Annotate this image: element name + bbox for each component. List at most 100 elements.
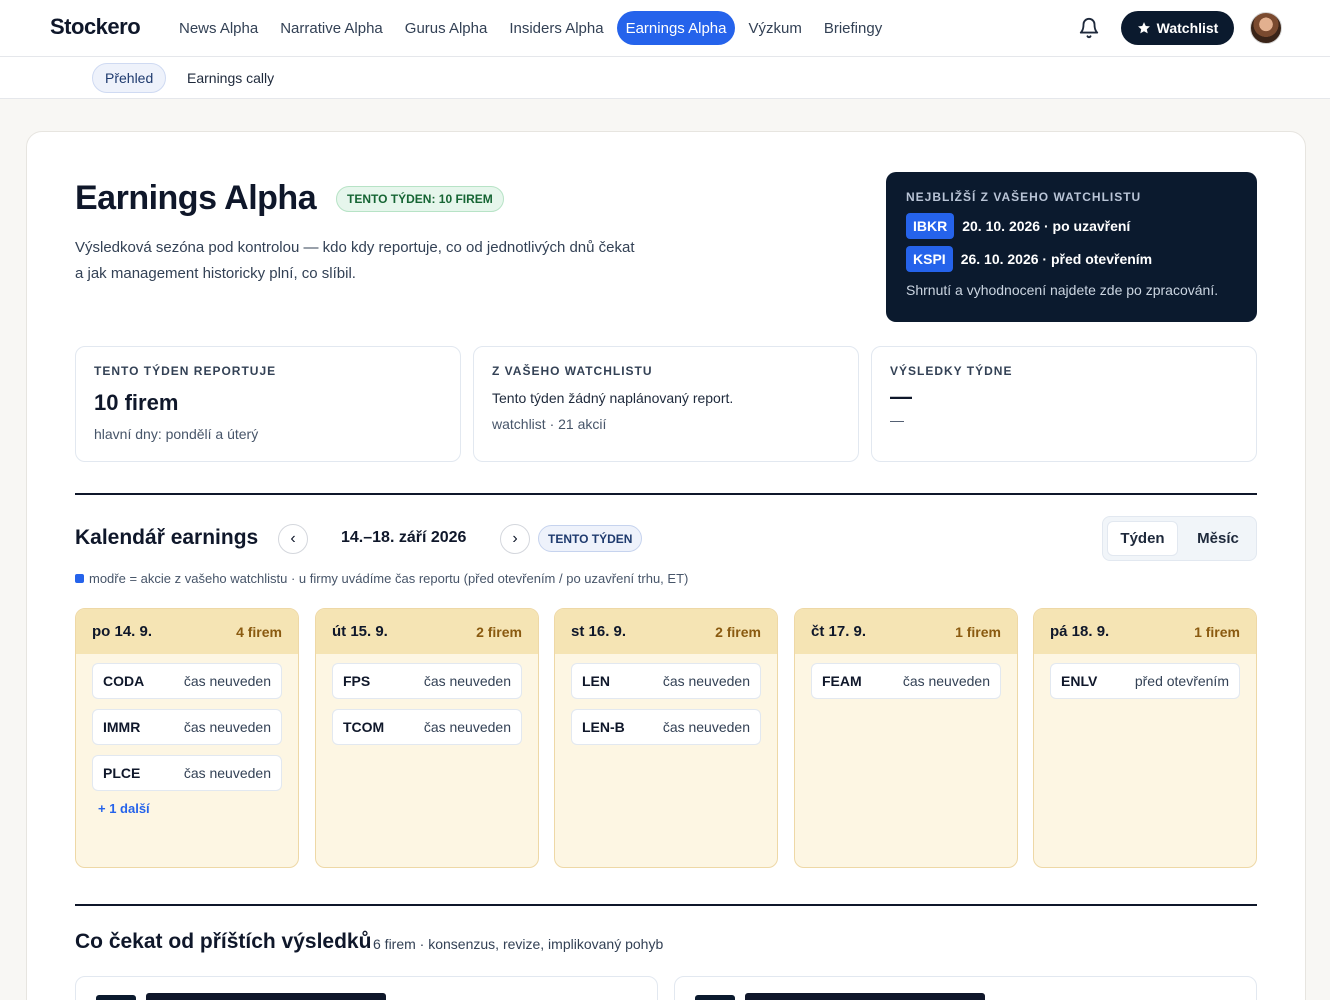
earnings-chip[interactable]: ENLV před otevřením [1050,663,1240,699]
section-divider [75,904,1257,906]
watchlist-button[interactable]: Watchlist [1121,11,1234,45]
subtitle-line-2: a jak management historicky plní, co slí… [75,265,356,282]
nav-link[interactable]: Výzkum [739,11,810,45]
nav-link[interactable]: Gurus Alpha [396,11,497,45]
watchlist-label: Watchlist [1156,20,1219,36]
earnings-chip[interactable]: PLCE čas neuveden [92,755,282,791]
nav-link[interactable]: Narrative Alpha [271,11,392,45]
chip-ticker: IMMR [103,719,141,735]
next-results-title: Co čekat od příštích výsledků [75,930,372,953]
chip-time: čas neuveden [662,673,750,689]
day-column: po 14. 9. 4 firem CODA čas neuveden IMMR čas … [75,608,299,868]
earnings-chip[interactable]: IMMR čas neuveden [92,709,282,745]
stat-text: Tento týden žádný naplánovaný report. [492,390,734,406]
earnings-chip[interactable]: FEAM čas neuveden [811,663,1001,699]
day-name: pá 18. 9. [1050,623,1110,640]
day-header: po 14. 9. 4 firem [76,609,298,654]
stat-card-this-week: TENTO TÝDEN REPORTUJE 10 firem hlavní dn… [75,346,461,462]
day-count: 2 firem [476,623,522,640]
view-toggle: Týden Měsíc [1102,516,1257,561]
earnings-chip[interactable]: CODA čas neuveden [92,663,282,699]
chip-ticker: FPS [343,673,371,689]
stat-note: watchlist · 21 akcií [492,416,607,432]
result-card[interactable] [674,976,1257,1000]
view-month-button[interactable]: Měsíc [1183,521,1253,556]
stat-card-results: VÝSLEDKY TÝDNE — — [871,346,1257,462]
card-title [745,993,985,1000]
chip-ticker: LEN-B [582,719,625,735]
subtitle-line-1: Výsledková sezóna pod kontrolou — kdo kd… [75,239,635,256]
prev-week-button[interactable]: ‹ [278,524,308,554]
chip-ticker: CODA [103,673,145,689]
stat-value: 10 firem [94,390,179,415]
day-header: pá 18. 9. 1 firem [1034,609,1256,654]
legend-dot [75,574,84,583]
stat-value: — [890,384,912,409]
view-week-button[interactable]: Týden [1107,521,1178,556]
next-watchlist-box: NEJBLIŽŠÍ Z VAŠEHO WATCHLISTU IBKR 20. 1… [886,172,1257,322]
subtab-overview[interactable]: Přehled [92,63,167,93]
chevron-right-icon: › [512,530,518,547]
earnings-chip[interactable]: TCOM čas neuveden [332,709,522,745]
chip-time: čas neuveden [902,673,990,689]
stat-label: Z VAŠEHO WATCHLISTU [492,364,653,378]
calendar-legend: modře = akcie z vašeho watchlistu · u fi… [75,571,688,586]
chip-ticker: TCOM [343,719,385,735]
chip-time: čas neuveden [423,719,511,735]
day-column: pá 18. 9. 1 firem ENLV před otevřením [1033,608,1257,868]
chip-ticker: ENLV [1061,673,1098,689]
nav-links: News Alpha Narrative Alpha Gurus Alpha Insi… [170,11,895,45]
page-subtitle: Výsledková sezóna pod kontrolou — kdo kd… [75,235,695,287]
chip-time: čas neuveden [183,765,271,781]
day-count: 4 firem [236,623,282,640]
next-row[interactable]: IBKR 20. 10. 2026 · po uzavření [906,213,1237,239]
next-week-button[interactable]: › [500,524,530,554]
day-name: po 14. 9. [92,623,153,640]
chip-ticker: PLCE [103,765,141,781]
stat-card-watchlist: Z VAŠEHO WATCHLISTU Tento týden žádný na… [473,346,859,462]
top-nav: Stockero News Alpha Narrative Alpha Gurus … [0,0,1330,57]
logo[interactable]: Stockero [50,14,141,40]
ticker-badge: IBKR [906,213,955,239]
day-name: st 16. 9. [571,623,627,640]
chip-time: čas neuveden [662,719,750,735]
chip-time: čas neuveden [183,673,271,689]
nav-link[interactable]: Briefingy [815,11,891,45]
bell-icon[interactable] [1078,16,1100,40]
subtab-earnings-calls[interactable]: Earnings cally [175,63,286,93]
avatar[interactable] [1250,12,1282,44]
earnings-chip[interactable]: LEN-B čas neuveden [571,709,761,745]
day-column: čt 17. 9. 1 firem FEAM čas neuveden [794,608,1018,868]
nav-link[interactable]: Earnings Alpha [616,11,736,45]
ticker-badge [695,995,735,1000]
legend-text: modře = akcie z vašeho watchlistu · u fi… [89,571,689,586]
more-link[interactable]: + 1 další [92,801,282,816]
next-row-date: 26. 10. 2026 · před otevřením [960,251,1153,267]
chip-ticker: FEAM [822,673,862,689]
stat-label: VÝSLEDKY TÝDNE [890,364,1013,378]
earnings-chip[interactable]: FPS čas neuveden [332,663,522,699]
next-box-note: Shrnutí a vyhodnocení najdete zde po zpr… [906,282,1219,298]
day-column: út 15. 9. 2 firem FPS čas neuveden TCOM čas n… [315,608,539,868]
nav-link[interactable]: News Alpha [170,11,267,45]
day-header: út 15. 9. 2 firem [316,609,538,654]
day-header: st 16. 9. 2 firem [555,609,777,654]
day-count: 2 firem [715,623,761,640]
day-count: 1 firem [1194,623,1240,640]
next-box-title: NEJBLIŽŠÍ Z VAŠEHO WATCHLISTU [906,190,1142,204]
day-name: út 15. 9. [332,623,388,640]
next-results-subtitle: 6 firem · konsenzus, revize, implikovaný… [373,936,664,952]
week-count-badge: TENTO TÝDEN: 10 FIREM [336,186,504,212]
nav-link[interactable]: Insiders Alpha [500,11,612,45]
result-card[interactable] [75,976,658,1000]
ticker-badge: KSPI [906,246,953,272]
day-count: 1 firem [955,623,1001,640]
chip-time: čas neuveden [183,719,271,735]
day-name: čt 17. 9. [811,623,867,640]
stat-label: TENTO TÝDEN REPORTUJE [94,364,277,378]
this-week-badge[interactable]: TENTO TÝDEN [538,525,643,552]
next-row-date: 20. 10. 2026 · po uzavření [962,218,1131,234]
card-title [146,993,386,1000]
earnings-chip[interactable]: LEN čas neuveden [571,663,761,699]
next-row[interactable]: KSPI 26. 10. 2026 · před otevřením [906,246,1237,272]
